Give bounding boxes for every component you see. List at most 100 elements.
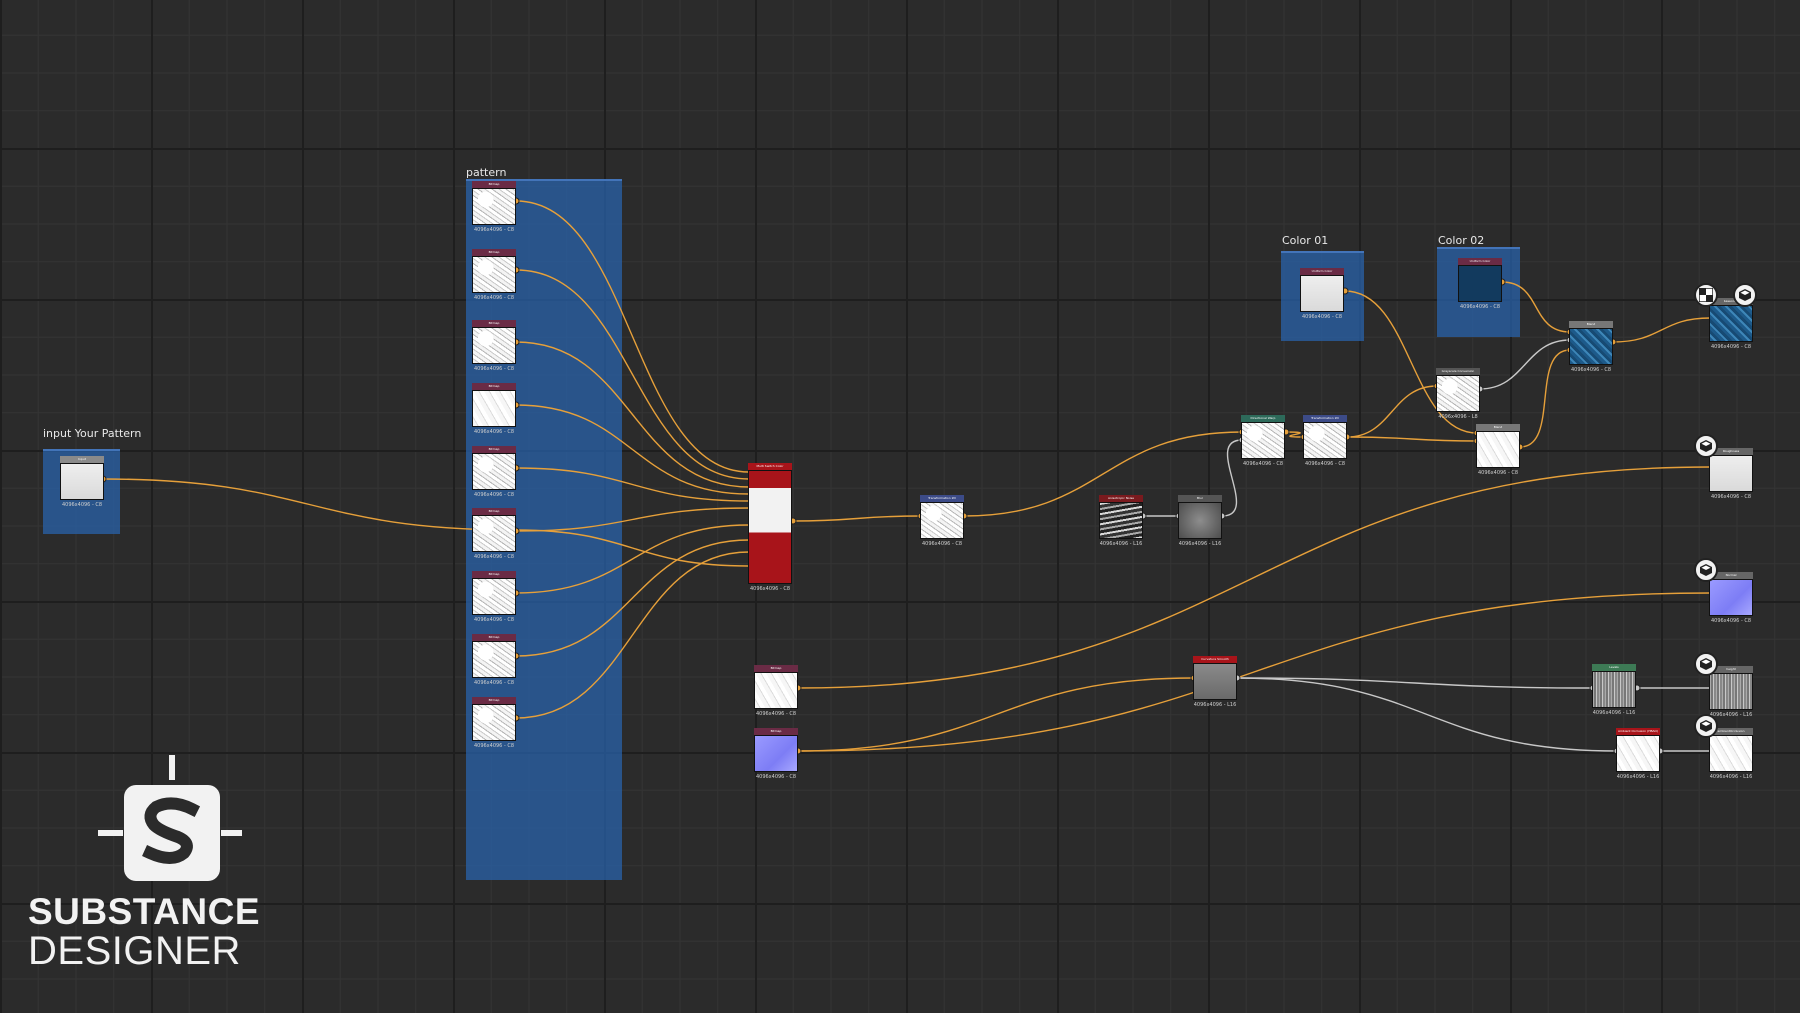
node-resolution: 4096x4096 - C8 <box>1477 470 1519 476</box>
node-resolution: 4096x4096 - C8 <box>1459 304 1501 310</box>
node-header: Bitmap <box>472 571 516 578</box>
node-thumbnail <box>1616 735 1660 772</box>
node-input[interactable]: Input 4096x4096 - C8 <box>60 456 104 508</box>
node-bitmap-9[interactable]: Bitmap 4096x4096 - C8 <box>472 697 516 749</box>
node-output-ambient-occlusion[interactable]: ambientOcclusion 4096x4096 - L16 <box>1709 728 1753 780</box>
connection-wire <box>1221 439 1243 517</box>
node-uniform-color-2[interactable]: Uniform Color 4096x4096 - C8 <box>1458 258 1502 310</box>
node-transformation-2d[interactable]: Transformation 2D 4096x4096 - C8 <box>920 495 964 547</box>
checker-output-icon[interactable] <box>1694 283 1718 307</box>
node-bitmap-8[interactable]: Bitmap 4096x4096 - C8 <box>472 634 516 686</box>
connection-wire <box>515 341 750 488</box>
node-header: Bitmap <box>472 320 516 327</box>
node-header: Directional Warp <box>1241 415 1285 422</box>
node-thumbnail <box>748 470 792 584</box>
node-grayscale-conversion[interactable]: Grayscale Conversion 4096x4096 - L8 <box>1436 368 1480 420</box>
node-header: Multi Switch Color <box>748 463 792 470</box>
cube-output-icon[interactable] <box>1733 283 1757 307</box>
node-uniform-color-1[interactable]: Uniform Color 4096x4096 - C8 <box>1300 268 1344 320</box>
node-header: Bitmap <box>472 383 516 390</box>
node-header: Bitmap <box>472 446 516 453</box>
connection-wire <box>797 592 1711 752</box>
node-thumbnail <box>1099 502 1143 539</box>
node-header: Blur <box>1178 495 1222 502</box>
node-resolution: 4096x4096 - C8 <box>1710 618 1752 624</box>
node-thumbnail <box>472 704 516 741</box>
node-resolution: 4096x4096 - C8 <box>473 366 515 372</box>
node-header: Ambient Occlusion (HBAO) <box>1616 728 1660 735</box>
node-resolution: 4096x4096 - L16 <box>1193 702 1237 708</box>
node-blur[interactable]: Blur 4096x4096 - L16 <box>1178 495 1222 547</box>
node-bitmap-6[interactable]: Bitmap 4096x4096 - C8 <box>472 508 516 560</box>
node-resolution: 4096x4096 - L16 <box>1099 541 1143 547</box>
node-resolution: 4096x4096 - C8 <box>1570 367 1612 373</box>
cube-output-icon[interactable] <box>1694 558 1718 582</box>
node-header: Bitmap <box>472 249 516 256</box>
node-curvature-smooth[interactable]: Curvature Smooth 4096x4096 - L16 <box>1193 656 1237 708</box>
node-header: Bitmap <box>754 728 798 735</box>
node-multi-switch-color[interactable]: Multi Switch Color 4096x4096 - C8 <box>748 463 792 592</box>
node-output-roughness[interactable]: Roughness 4096x4096 - C8 <box>1709 448 1753 500</box>
node-resolution: 4096x4096 - C8 <box>473 227 515 233</box>
node-thumbnail <box>754 735 798 772</box>
connection-wire <box>515 404 750 495</box>
node-levels[interactable]: Levels 4096x4096 - L16 <box>1592 664 1636 716</box>
node-header: Blend <box>1476 424 1520 431</box>
node-resolution: 4096x4096 - C8 <box>755 774 797 780</box>
node-resolution: 4096x4096 - C8 <box>921 541 963 547</box>
node-resolution: 4096x4096 - L16 <box>1709 774 1753 780</box>
node-thumbnail <box>1241 422 1285 459</box>
node-resolution: 4096x4096 - C8 <box>1301 314 1343 320</box>
node-thumbnail <box>1709 735 1753 772</box>
node-blend-color[interactable]: Blend 4096x4096 - C8 <box>1569 321 1613 373</box>
connection-wire <box>1236 677 1618 752</box>
node-thumbnail <box>1592 671 1636 708</box>
node-resolution: 4096x4096 - C8 <box>473 680 515 686</box>
node-resolution: 4096x4096 - L16 <box>1616 774 1660 780</box>
node-transformation-2d-b[interactable]: Transformation 2D 4096x4096 - C8 <box>1303 415 1347 467</box>
connection-wire <box>797 677 1195 752</box>
node-resolution: 4096x4096 - L16 <box>1709 712 1753 718</box>
node-output-height[interactable]: height 4096x4096 - L16 <box>1709 666 1753 718</box>
node-header: Curvature Smooth <box>1193 656 1237 663</box>
node-thumbnail <box>1458 265 1502 302</box>
node-thumbnail <box>472 188 516 225</box>
node-bitmap-2[interactable]: Bitmap 4096x4096 - C8 <box>472 249 516 301</box>
node-anisotropic-noise[interactable]: Anisotropic Noise 4096x4096 - L16 <box>1099 495 1143 547</box>
node-resolution: 4096x4096 - C8 <box>1710 494 1752 500</box>
node-ambient-occlusion[interactable]: Ambient Occlusion (HBAO) 4096x4096 - L16 <box>1616 728 1660 780</box>
node-bitmap-4[interactable]: Bitmap 4096x4096 - C8 <box>472 383 516 435</box>
node-bitmap-b[interactable]: Bitmap 4096x4096 - C8 <box>754 728 798 780</box>
node-directional-warp[interactable]: Directional Warp 4096x4096 - C8 <box>1241 415 1285 467</box>
node-header: Bitmap <box>472 634 516 641</box>
node-thumbnail <box>1709 673 1753 710</box>
node-thumbnail <box>1709 579 1753 616</box>
node-blend[interactable]: Blend 4096x4096 - C8 <box>1476 424 1520 476</box>
node-bitmap-1[interactable]: Bitmap 4096x4096 - C8 <box>472 181 516 233</box>
node-bitmap-a[interactable]: Bitmap 4096x4096 - C8 <box>754 665 798 717</box>
connection-wire <box>515 524 750 594</box>
node-resolution: 4096x4096 - C8 <box>749 586 791 592</box>
node-output-normal[interactable]: Normal 4096x4096 - C8 <box>1709 572 1753 624</box>
node-header: Bitmap <box>754 665 798 672</box>
node-bitmap-3[interactable]: Bitmap 4096x4096 - C8 <box>472 320 516 372</box>
node-bitmap-7[interactable]: Bitmap 4096x4096 - C8 <box>472 571 516 623</box>
cube-output-icon[interactable] <box>1694 652 1718 676</box>
cube-output-icon[interactable] <box>1694 714 1718 738</box>
connection-wire <box>1236 677 1594 689</box>
node-graph-canvas[interactable]: input Your Pattern pattern Color 01 Colo… <box>0 0 1800 1013</box>
node-header: Levels <box>1592 664 1636 671</box>
logo-text-substance: SUBSTANCE <box>28 891 260 932</box>
node-thumbnail <box>472 578 516 615</box>
node-thumbnail <box>1709 455 1753 492</box>
node-resolution: 4096x4096 - C8 <box>1242 461 1284 467</box>
node-thumbnail <box>920 502 964 539</box>
node-header: Anisotropic Noise <box>1099 495 1143 502</box>
node-header: Bitmap <box>472 508 516 515</box>
connection-wire <box>1501 281 1571 333</box>
node-resolution: 4096x4096 - C8 <box>1304 461 1346 467</box>
connection-wire <box>1346 436 1478 442</box>
cube-output-icon[interactable] <box>1694 434 1718 458</box>
connection-wire <box>515 200 750 473</box>
node-bitmap-5[interactable]: Bitmap 4096x4096 - C8 <box>472 446 516 498</box>
